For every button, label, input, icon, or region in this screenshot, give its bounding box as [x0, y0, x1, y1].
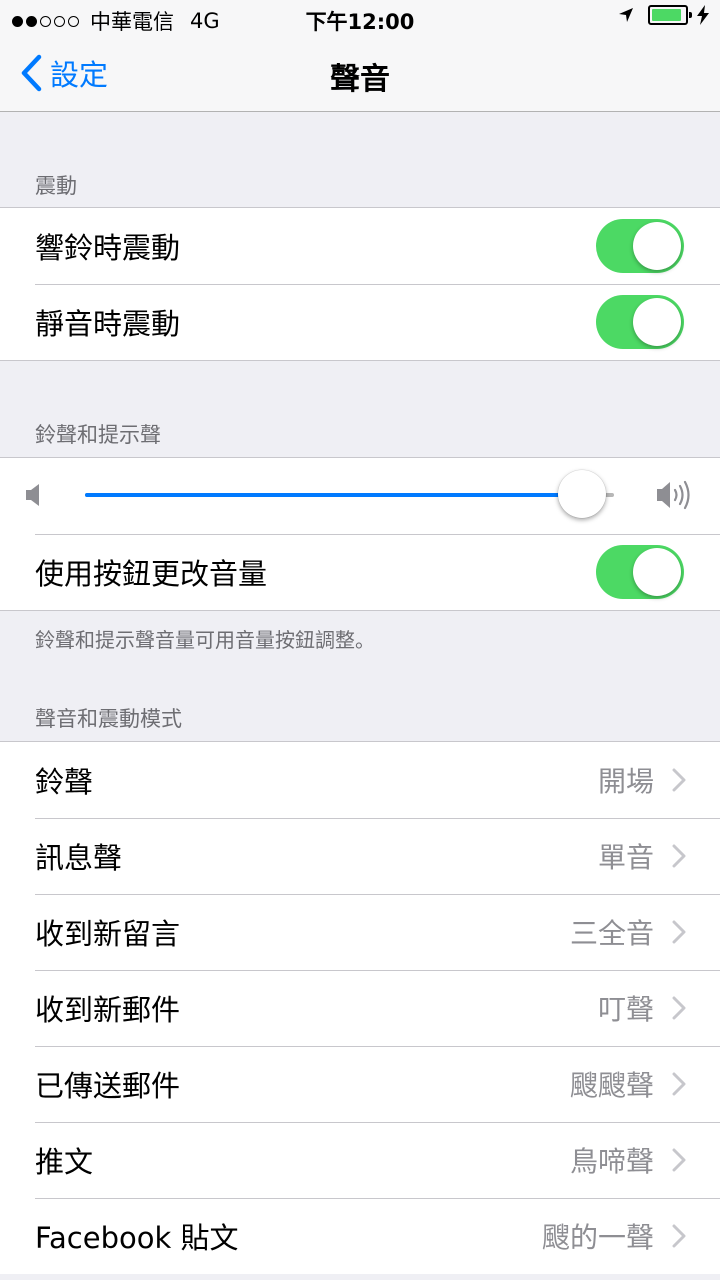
pattern-row-ringtone[interactable]: 鈴聲 開場 — [0, 742, 720, 818]
text-tone-label: 訊息聲 — [35, 841, 123, 875]
sent-mail-label: 已傳送郵件 — [35, 1069, 181, 1103]
vibrate-on-silent-label: 靜音時震動 — [35, 307, 181, 341]
pattern-row-facebook-post[interactable]: Facebook 貼文 颼的一聲 — [0, 1198, 720, 1274]
vibrate-on-ring-row: 響鈴時震動 — [0, 208, 720, 284]
section-header-vibration: 震動 — [35, 174, 77, 198]
pattern-row-sent-mail[interactable]: 已傳送郵件 颼颼聲 — [0, 1046, 720, 1122]
pattern-row-text-tone[interactable]: 訊息聲 單音 — [0, 818, 720, 894]
new-mail-label: 收到新郵件 — [35, 993, 181, 1027]
location-arrow-icon — [619, 8, 633, 22]
tweet-label: 推文 — [35, 1145, 94, 1179]
volume-slider-row — [0, 458, 720, 534]
pattern-row-new-voicemail[interactable]: 收到新留言 三全音 — [0, 894, 720, 970]
change-with-buttons-label: 使用按鈕更改音量 — [35, 557, 268, 591]
status-right — [618, 5, 710, 25]
chevron-right-icon — [672, 996, 686, 1020]
vibrate-on-silent-toggle[interactable] — [596, 295, 684, 349]
vibrate-on-silent-row: 靜音時震動 — [0, 284, 720, 360]
page-title: 聲音 — [330, 62, 390, 97]
vibrate-on-ring-label: 響鈴時震動 — [35, 231, 181, 265]
navigation-bar: 設定 聲音 — [0, 36, 720, 112]
ringer-footer-note: 鈴聲和提示聲音量可用音量按鈕調整。 — [35, 628, 375, 652]
change-with-buttons-toggle[interactable] — [596, 545, 684, 599]
new-voicemail-value: 三全音 — [569, 917, 654, 950]
ringtone-value: 開場 — [597, 765, 654, 798]
pattern-row-new-mail[interactable]: 收到新郵件 叮聲 — [0, 970, 720, 1046]
pattern-row-tweet[interactable]: 推文 鳥啼聲 — [0, 1122, 720, 1198]
chevron-right-icon — [672, 768, 686, 792]
status-bar: 中華電信 4G 下午12:00 — [0, 0, 720, 36]
sent-mail-value: 颼颼聲 — [569, 1069, 654, 1102]
chevron-right-icon — [672, 1072, 686, 1096]
status-time: 下午12:00 — [305, 10, 415, 34]
vibrate-on-ring-toggle[interactable] — [596, 219, 684, 273]
new-mail-value: 叮聲 — [597, 993, 654, 1026]
charging-bolt-icon — [697, 5, 709, 25]
chevron-right-icon — [672, 1224, 686, 1248]
ringtone-label: 鈴聲 — [35, 765, 94, 799]
facebook-post-label: Facebook 貼文 — [35, 1221, 239, 1255]
volume-slider-track[interactable] — [85, 493, 614, 497]
section-header-ringer: 鈴聲和提示聲 — [35, 423, 161, 447]
tweet-value: 鳥啼聲 — [569, 1145, 654, 1178]
vibration-group: 響鈴時震動 靜音時震動 — [0, 207, 720, 361]
chevron-right-icon — [672, 920, 686, 944]
ringer-group: 使用按鈕更改音量 — [0, 457, 720, 611]
new-voicemail-label: 收到新留言 — [35, 917, 181, 951]
battery-icon — [648, 5, 692, 25]
section-header-patterns: 聲音和震動模式 — [35, 707, 182, 731]
facebook-post-value: 颼的一聲 — [541, 1221, 654, 1254]
volume-slider-fill — [85, 493, 583, 497]
change-with-buttons-row: 使用按鈕更改音量 — [0, 534, 720, 610]
text-tone-value: 單音 — [597, 841, 654, 874]
chevron-right-icon — [672, 844, 686, 868]
volume-slider-thumb[interactable] — [558, 470, 607, 518]
chevron-right-icon — [672, 1148, 686, 1172]
speaker-low-icon — [26, 484, 39, 506]
patterns-group: 鈴聲 開場 訊息聲 單音 收到新留言 三全音 收到新郵件 叮聲 已傳送郵件 颼颼… — [0, 741, 720, 1274]
battery-level — [652, 9, 681, 21]
speaker-high-icon — [657, 480, 690, 510]
